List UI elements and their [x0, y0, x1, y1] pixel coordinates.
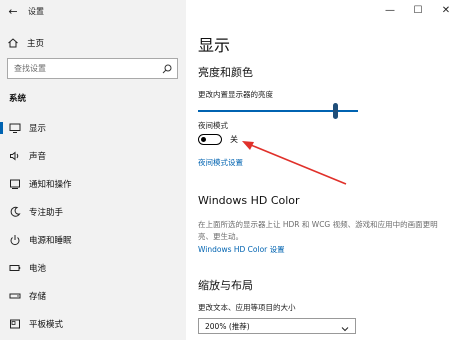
sidebar-item-tablet-mode[interactable]: 平板模式 [0, 310, 186, 338]
battery-icon [9, 262, 21, 274]
sidebar-item-storage[interactable]: 存储 [0, 282, 186, 310]
brightness-heading: 亮度和颜色 [198, 66, 253, 79]
night-light-settings-link[interactable]: 夜间模式设置 [198, 157, 243, 168]
storage-icon [9, 290, 21, 302]
night-light-label: 夜间模式 [198, 121, 228, 130]
window-controls: — ☐ ✕ [376, 0, 460, 20]
toggle-knob [201, 136, 206, 142]
sidebar-item-label: 显示 [29, 124, 47, 134]
sidebar-item-focus-assist[interactable]: 专注助手 [0, 198, 186, 226]
close-button[interactable]: ✕ [432, 0, 460, 20]
main-content: — ☐ ✕ 显示 亮度和颜色 更改内置显示器的亮度 夜间模式 关 夜间模式设置 … [186, 0, 460, 340]
hd-color-settings-link[interactable]: Windows HD Color 设置 [198, 244, 285, 255]
tablet-icon [9, 318, 21, 330]
power-icon [9, 234, 21, 246]
scale-dropdown[interactable]: 200% (推荐) [198, 318, 356, 334]
brightness-label: 更改内置显示器的亮度 [198, 90, 273, 99]
chevron-down-icon [341, 317, 349, 336]
sidebar-item-label: 专注助手 [29, 208, 64, 218]
search-icon[interactable] [157, 64, 177, 74]
scale-heading: 缩放与布局 [198, 279, 253, 292]
sidebar-item-label: 通知和操作 [29, 180, 72, 190]
home-link[interactable]: 主页 [7, 36, 44, 50]
sidebar-item-label: 电池 [29, 264, 47, 274]
sidebar-item-label: 平板模式 [29, 320, 64, 330]
sidebar-nav: 显示 声音 通知和操作 专注助手 电源和睡眠 电池 存储 平板模式 [0, 114, 186, 338]
sidebar-item-sound[interactable]: 声音 [0, 142, 186, 170]
page-title: 显示 [198, 36, 231, 55]
sidebar-item-battery[interactable]: 电池 [0, 254, 186, 282]
scale-label: 更改文本、应用等项目的大小 [198, 303, 296, 312]
maximize-button[interactable]: ☐ [404, 0, 432, 20]
night-light-toggle[interactable] [198, 134, 222, 145]
home-icon [7, 37, 19, 49]
monitor-icon [9, 122, 21, 134]
back-arrow-icon[interactable]: ← [2, 0, 24, 22]
home-label: 主页 [27, 39, 45, 49]
section-title: 系统 [9, 94, 27, 104]
brightness-slider[interactable] [198, 103, 358, 119]
night-light-toggle-row: 关 [198, 134, 238, 145]
speaker-icon [9, 150, 21, 162]
sidebar-item-label: 电源和睡眠 [29, 236, 72, 246]
hd-color-heading: Windows HD Color [198, 194, 300, 207]
hd-color-description: 在上面所选的显示器上让 HDR 和 WCG 视频、游戏和应用中的画面更明亮、更生… [198, 220, 438, 241]
sidebar-item-label: 存储 [29, 292, 47, 302]
sidebar-item-power-sleep[interactable]: 电源和睡眠 [0, 226, 186, 254]
minimize-button[interactable]: — [376, 0, 404, 20]
sidebar-item-notifications[interactable]: 通知和操作 [0, 170, 186, 198]
search-input[interactable]: 查找设置 [7, 58, 178, 79]
titlebar-left: ← 设置 [0, 0, 186, 22]
search-placeholder: 查找设置 [14, 64, 46, 73]
toggle-state: 关 [230, 135, 238, 144]
moon-icon [9, 206, 21, 218]
sidebar-item-display[interactable]: 显示 [0, 114, 186, 142]
dropdown-value: 200% (推荐) [205, 321, 250, 331]
notification-icon [9, 178, 21, 190]
sidebar: ← 设置 主页 查找设置 系统 显示 声音 通知和操作 专注助手 电源和睡眠 电… [0, 0, 186, 340]
slider-thumb[interactable] [333, 103, 339, 119]
app-title: 设置 [28, 6, 44, 16]
sidebar-item-label: 声音 [29, 152, 47, 162]
